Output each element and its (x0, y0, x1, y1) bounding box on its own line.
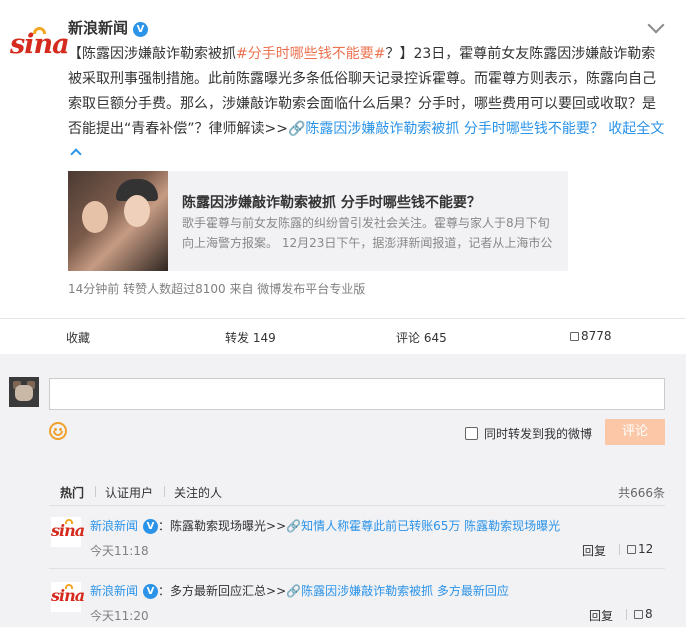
comment-text: ：陈露勒索现场曝光>> (158, 519, 287, 533)
verified-icon: V (133, 22, 149, 37)
avatar-face (15, 385, 33, 401)
collapse-link[interactable]: 收起全文 (604, 121, 664, 137)
verified-icon: V (143, 519, 159, 534)
comment-author[interactable]: 新浪新闻 (90, 584, 138, 598)
tab-hot[interactable]: 热门 (60, 484, 84, 501)
sina-eye-icon (65, 584, 73, 589)
sina-eye-icon (65, 519, 73, 524)
comment-body: 新浪新闻 V ：陈露勒索现场曝光>>🔗知情人称霍尊此前已转账65万 陈露勒索现场曝光 (90, 517, 560, 534)
thumb-up-icon (627, 545, 636, 554)
comment-avatar[interactable]: sina (51, 517, 85, 547)
comment-section: 同时转发到我的微博 评论 热门 认证用户 关注的人 共666条 sina 新浪新… (0, 354, 686, 627)
post-text: 【陈露因涉嫌敲诈勒索被抓#分手时哪些钱不能要#？】23日，霍尊前女友陈露因涉嫌敲… (68, 42, 668, 167)
submit-comment-button[interactable]: 评论 (605, 419, 665, 445)
chevron-up-icon[interactable] (70, 148, 82, 160)
post-text-segment: 【陈露因涉嫌敲诈勒索被抓 (68, 46, 236, 62)
reply-button[interactable]: 回复 (589, 607, 613, 624)
hashtag-link[interactable]: #分手时哪些钱不能要# (236, 46, 385, 62)
post-meta: 14分钟前 转赞人数超过8100 来自 微博发布平台专业版 (68, 282, 366, 296)
like-button[interactable]: 8778 (570, 329, 612, 343)
tab-verified-users[interactable]: 认证用户 (105, 484, 153, 501)
thumb-up-icon (570, 332, 579, 341)
article-card[interactable]: 陈露因涉嫌敲诈勒索被抓 分手时哪些钱不能要？ 歌手霍尊与前女友陈露的纠纷曾引发社… (68, 171, 568, 271)
comment-item: sina 新浪新闻 V ：多方最新回应汇总>>🔗陈露因涉嫌敲诈勒索被抓 多方最新回应… (49, 578, 665, 627)
comment-like-button[interactable]: 8 (634, 607, 653, 621)
reply-button[interactable]: 回复 (582, 542, 606, 559)
author-name-row: 新浪新闻 V (68, 17, 149, 38)
comment-body: 新浪新闻 V ：多方最新回应汇总>>🔗陈露因涉嫌敲诈勒索被抓 多方最新回应 (90, 582, 509, 599)
emoji-icon[interactable] (49, 422, 67, 440)
comment-time: 今天11:20 (90, 609, 149, 623)
comment-like-count: 12 (638, 542, 654, 556)
comment-button[interactable]: 评论 645 (396, 329, 447, 346)
comment-total: 共666条 (618, 486, 665, 500)
comment-input[interactable] (49, 378, 665, 410)
comment-item: sina 新浪新闻 V ：陈露勒索现场曝光>>🔗知情人称霍尊此前已转账65万 陈露勒… (49, 513, 665, 569)
forward-label[interactable]: 同时转发到我的微博 (484, 425, 592, 442)
comment-like-button[interactable]: 12 (627, 542, 653, 556)
sina-eye-icon (33, 27, 46, 34)
tabs-divider (49, 505, 665, 506)
photo-person (124, 195, 150, 227)
emoji-mouth (53, 431, 63, 436)
comment-link[interactable]: 🔗陈露因涉嫌敲诈勒索被抓 多方最新回应 (286, 584, 509, 598)
forward-checkbox[interactable] (465, 427, 478, 440)
comment-time: 今天11:18 (90, 544, 149, 558)
action-divider (619, 544, 620, 555)
favorite-button[interactable]: 收藏 (66, 329, 90, 346)
comment-avatar[interactable]: sina (51, 582, 85, 612)
like-count: 8778 (581, 329, 612, 343)
comment-link[interactable]: 🔗知情人称霍尊此前已转账65万 陈露勒索现场曝光 (286, 519, 560, 533)
verified-icon: V (143, 584, 159, 599)
comment-tabs: 热门 认证用户 关注的人 共666条 (49, 482, 665, 502)
tab-divider (164, 486, 165, 497)
photo-person (82, 201, 108, 233)
action-divider (626, 609, 627, 620)
tab-following[interactable]: 关注的人 (174, 484, 222, 501)
action-bar: 收藏 转发 149 评论 645 8778 (0, 318, 686, 354)
repost-button[interactable]: 转发 149 (225, 329, 276, 346)
comment-like-count: 8 (645, 607, 653, 621)
comment-author[interactable]: 新浪新闻 (90, 519, 138, 533)
comment-divider (49, 568, 665, 569)
article-link[interactable]: 🔗陈露因涉嫌敲诈勒索被抓 分手时哪些钱不能要？ (288, 121, 604, 137)
article-thumbnail (68, 171, 168, 271)
author-name[interactable]: 新浪新闻 (68, 19, 128, 37)
chevron-down-icon[interactable] (647, 16, 665, 34)
tab-divider (95, 486, 96, 497)
article-title: 陈露因涉嫌敲诈勒索被抓 分手时哪些钱不能要？ (182, 195, 481, 211)
author-avatar[interactable]: sina (10, 24, 70, 74)
article-description: 歌手霍尊与前女友陈露的纠纷曾引发社会关注。霍尊与家人于8月下旬向上海警方报案。 … (182, 216, 553, 250)
my-avatar[interactable] (9, 377, 39, 407)
comment-text: ：多方最新回应汇总>> (158, 584, 287, 598)
thumb-up-icon (634, 610, 643, 619)
